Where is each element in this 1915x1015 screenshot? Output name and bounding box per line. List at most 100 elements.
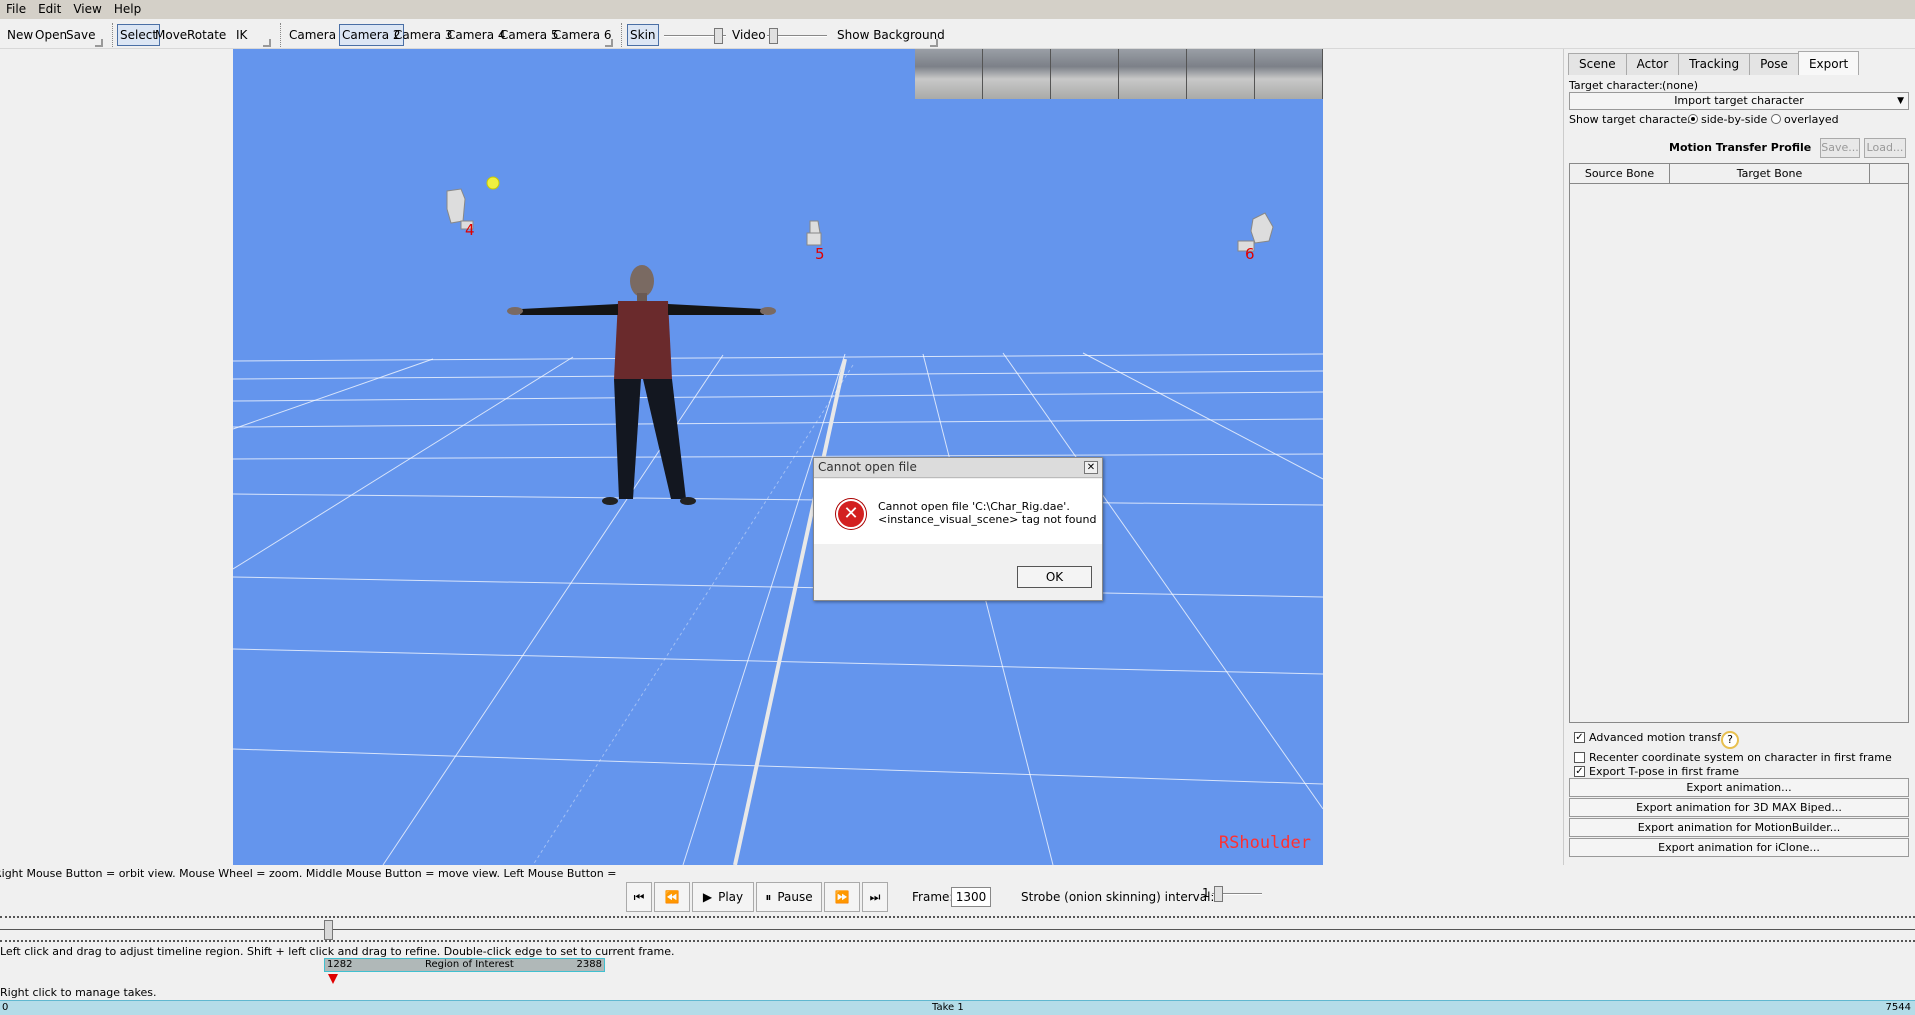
timeline-track[interactable] [0, 915, 1915, 943]
table-header: Source Bone Target Bone [1570, 164, 1908, 184]
column-header-source-bone[interactable]: Source Bone [1570, 164, 1670, 183]
camera-label-6: 6 [1245, 245, 1255, 263]
video-thumbnail[interactable] [1119, 49, 1187, 99]
video-thumbnails[interactable] [915, 49, 1323, 99]
toolbar-grip[interactable] [95, 39, 103, 47]
save-button[interactable]: Save [66, 24, 95, 46]
toolbar-grip[interactable] [263, 39, 271, 47]
tab-export[interactable]: Export [1797, 51, 1860, 75]
floor-grid [233, 176, 1323, 865]
video-thumbnail[interactable] [983, 49, 1051, 99]
playhead-marker-icon[interactable] [328, 974, 338, 984]
strobe-value: 1 [1202, 886, 1210, 900]
skin-opacity-slider[interactable] [664, 28, 726, 44]
slider-thumb[interactable] [769, 28, 778, 44]
tab-tracking[interactable]: Tracking [1678, 53, 1751, 75]
rotate-tool-button[interactable]: Rotate [187, 24, 226, 46]
recenter-label: Recenter coordinate system on character … [1589, 751, 1892, 764]
video-thumbnail[interactable] [1255, 49, 1323, 99]
overlayed-radio[interactable]: overlayed [1771, 113, 1839, 126]
export-panel: Scene Actor Tracking Pose Export Target … [1563, 49, 1915, 865]
skip-to-start-button[interactable]: ⏮ [626, 882, 652, 912]
tab-scene[interactable]: Scene [1568, 53, 1627, 75]
video-opacity-slider[interactable] [767, 28, 827, 44]
skip-start-icon: ⏮ [633, 889, 645, 904]
export-motionbuilder-button[interactable]: Export animation for MotionBuilder... [1569, 818, 1909, 837]
column-header-target-bone[interactable]: Target Bone [1670, 164, 1870, 183]
motion-profile-label: Motion Transfer Profile [1669, 141, 1812, 154]
skin-toggle-button[interactable]: Skin [627, 24, 659, 46]
menu-edit[interactable]: Edit [32, 0, 67, 19]
video-thumbnail[interactable] [1187, 49, 1255, 99]
target-character-label: Target character: [1569, 79, 1663, 92]
camera-label-4: 4 [465, 221, 475, 239]
camera-5-button[interactable]: Camera 5 [500, 24, 559, 46]
character-model[interactable] [507, 265, 776, 505]
video-thumbnail[interactable] [1051, 49, 1119, 99]
skip-end-icon: ⏭ [869, 889, 881, 904]
chevron-down-icon: ▼ [1897, 96, 1904, 106]
frame-input[interactable]: 1300 [951, 887, 991, 907]
menu-file[interactable]: File [0, 0, 32, 19]
skip-to-end-button[interactable]: ⏭ [862, 882, 888, 912]
3d-viewport[interactable]: 4 5 6 RShoulder [233, 49, 1323, 865]
bone-mapping-table[interactable]: Source Bone Target Bone [1569, 163, 1909, 723]
show-background-button[interactable]: Show Background [837, 24, 945, 46]
recenter-checkbox[interactable] [1574, 752, 1585, 763]
transport-controls: ⏮ ⏪ ▶ Play ⏸ Pause ⏩ ⏭ [626, 881, 890, 913]
ok-button[interactable]: OK [1017, 566, 1092, 588]
take-start: 0 [2, 1002, 9, 1013]
tab-pose[interactable]: Pose [1749, 53, 1799, 75]
camera-4-button[interactable]: Camera 4 [447, 24, 506, 46]
toolbar-grip[interactable] [605, 39, 613, 47]
side-by-side-label: side-by-side [1701, 113, 1768, 126]
region-of-interest-bar[interactable]: 1282 Region of Interest 2388 [324, 958, 605, 972]
select-tool-button[interactable]: Select [117, 24, 161, 46]
toolbar-separator [280, 23, 281, 47]
move-tool-button[interactable]: Move [155, 24, 187, 46]
slider-thumb[interactable] [714, 28, 723, 44]
timeline-ticks [0, 916, 1915, 918]
viewport-help-line: Right Mouse Button = orbit view. Mouse W… [0, 867, 620, 880]
export-tpose-checkbox[interactable]: ✓ [1574, 766, 1585, 777]
pause-label: Pause [777, 890, 813, 904]
fast-forward-button[interactable]: ⏩ [824, 882, 860, 912]
show-target-label: Show target character: [1569, 113, 1696, 126]
menu-help[interactable]: Help [108, 0, 147, 19]
camera-6-button[interactable]: Camera 6 [553, 24, 612, 46]
play-button[interactable]: ▶ Play [692, 882, 754, 912]
advanced-motion-checkbox[interactable]: ✓ [1574, 732, 1585, 743]
export-iclone-button[interactable]: Export animation for iClone... [1569, 838, 1909, 857]
import-target-dropdown[interactable]: Import target character ▼ [1569, 92, 1909, 110]
menu-view[interactable]: View [67, 0, 107, 19]
video-toggle-button[interactable]: Video [732, 24, 766, 46]
timeline-help-text: Left click and drag to adjust timeline r… [0, 945, 675, 958]
save-profile-button[interactable]: Save... [1820, 138, 1860, 158]
timeline-cursor[interactable] [324, 920, 333, 940]
load-profile-button[interactable]: Load... [1864, 138, 1906, 158]
export-animation-button[interactable]: Export animation... [1569, 778, 1909, 797]
rewind-button[interactable]: ⏪ [654, 882, 690, 912]
video-thumbnail[interactable] [915, 49, 983, 99]
camera-3-button[interactable]: Camera 3 [394, 24, 453, 46]
frame-label: Frame: [912, 890, 954, 904]
ik-tool-button[interactable]: IK [236, 24, 247, 46]
toolbar-grip[interactable] [930, 39, 938, 47]
toolbar-separator [621, 23, 622, 47]
help-icon[interactable]: ? [1721, 731, 1739, 749]
pause-button[interactable]: ⏸ Pause [756, 882, 822, 912]
strobe-slider[interactable] [1212, 886, 1262, 902]
strobe-label: Strobe (onion skinning) interval: [1021, 890, 1215, 904]
take-bar[interactable]: 0 Take 1 7544 [0, 1000, 1915, 1015]
dialog-title: Cannot open file [814, 458, 1102, 478]
tab-actor[interactable]: Actor [1625, 53, 1680, 75]
radio-icon [1771, 114, 1781, 124]
new-button[interactable]: New [7, 24, 33, 46]
side-by-side-radio[interactable]: side-by-side [1688, 113, 1767, 126]
dialog-message: Cannot open file 'C:\Char_Rig.dae'. <ins… [878, 500, 1096, 526]
export-3dmax-button[interactable]: Export animation for 3D MAX Biped... [1569, 798, 1909, 817]
takes-help-text: Right click to manage takes. [0, 986, 157, 999]
open-button[interactable]: Open [35, 24, 67, 46]
close-icon[interactable]: ✕ [1084, 461, 1098, 474]
slider-thumb[interactable] [1214, 886, 1223, 902]
